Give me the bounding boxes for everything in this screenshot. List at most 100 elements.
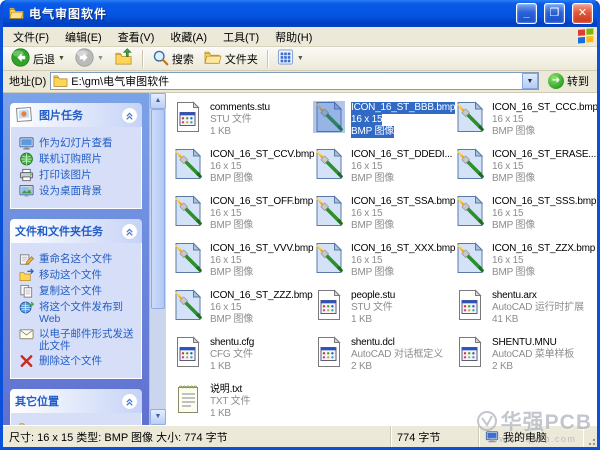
generic-file-icon	[172, 336, 204, 368]
scrollbar-thumb[interactable]	[151, 109, 165, 309]
title-folder-icon	[9, 6, 24, 21]
sidebar-task-item[interactable]: 移动这个文件	[19, 269, 138, 282]
sidebar-task-item[interactable]: 联机订购照片	[19, 153, 138, 166]
menu-item[interactable]: 收藏(A)	[162, 27, 215, 47]
file-item[interactable]: ICON_16_ST_ERASE... 16 x 15 BMP 图像	[454, 148, 595, 195]
back-button[interactable]: 后退 ▼	[7, 48, 69, 70]
file-item[interactable]: ICON_16_ST_CCV.bmp 16 x 15 BMP 图像	[172, 148, 313, 195]
address-bar: 地址(D) E:\gm\电气审图软件 ▼ ➜ 转到	[3, 71, 597, 93]
minimize-button[interactable]: _	[516, 3, 537, 24]
go-button[interactable]: ➜ 转到	[543, 71, 594, 91]
file-item[interactable]: SHENTU.MNU AutoCAD 菜单样板 2 KB	[454, 336, 595, 383]
up-folder-icon	[114, 48, 133, 69]
file-meta-2: BMP 图像	[351, 220, 394, 232]
sidebar-panel-title: 文件和文件夹任务	[15, 223, 117, 239]
back-dropdown-caret[interactable]: ▼	[58, 55, 65, 62]
generic-file-icon	[454, 336, 486, 368]
menu-item[interactable]: 查看(V)	[110, 27, 163, 47]
file-item[interactable]: shentu.arx AutoCAD 运行时扩展 41 KB	[454, 289, 595, 336]
sidebar-panel-header[interactable]: 图片任务	[10, 103, 142, 127]
file-meta-1: 16 x 15	[210, 208, 241, 220]
file-meta-1: 16 x 15	[210, 302, 241, 314]
file-item[interactable]: people.stu STU 文件 1 KB	[313, 289, 454, 336]
file-meta-2: 41 KB	[492, 314, 518, 326]
file-meta-2: BMP 图像	[492, 267, 535, 279]
file-item[interactable]: 说明.txt TXT 文件 1 KB	[172, 383, 313, 425]
forward-circle-icon	[75, 48, 94, 70]
file-item[interactable]: ICON_16_ST_SSS.bmp 16 x 15 BMP 图像	[454, 195, 595, 242]
menu-item[interactable]: 编辑(E)	[57, 27, 110, 47]
sidebar-task-label: 联机订购照片	[39, 153, 102, 165]
file-item[interactable]: ICON_16_ST_DDEDI... 16 x 15 BMP 图像	[313, 148, 454, 195]
sidebar-task-item[interactable]: 以电子邮件形式发送此文件	[19, 328, 138, 352]
resize-grip[interactable]	[583, 426, 597, 447]
chevron-up-icon[interactable]	[121, 223, 138, 240]
file-name: shentu.cfg	[210, 337, 254, 349]
window-title: 电气审图软件	[29, 5, 509, 22]
file-item[interactable]: ICON_16_ST_BBB.bmp 16 x 15 BMP 图像	[313, 101, 454, 148]
search-button[interactable]: 搜索	[148, 48, 198, 70]
menu-bar: 文件(F)编辑(E)查看(V)收藏(A)工具(T)帮助(H)	[3, 27, 597, 47]
file-item[interactable]: ICON_16_ST_SSA.bmp 16 x 15 BMP 图像	[313, 195, 454, 242]
sidebar-task-item[interactable]: 作为幻灯片查看	[19, 137, 138, 150]
file-item[interactable]: ICON_16_ST_ZZX.bmp 16 x 15 BMP 图像	[454, 242, 595, 289]
forward-button[interactable]: ▼	[71, 48, 108, 70]
scrollbar-track[interactable]	[150, 109, 166, 409]
sidebar-task-label: 将这个文件发布到 Web	[39, 301, 138, 325]
file-grid: comments.stu STU 文件 1 KB ICON_16_ST_BBB.…	[172, 101, 597, 425]
file-item[interactable]: ICON_16_ST_XXX.bmp 16 x 15 BMP 图像	[313, 242, 454, 289]
sidebar-task-item[interactable]: 删除这个文件	[19, 355, 138, 368]
menu-item[interactable]: 文件(F)	[5, 27, 57, 47]
address-input[interactable]: E:\gm\电气审图软件 ▼	[50, 72, 539, 90]
file-item[interactable]: ICON_16_ST_ZZZ.bmp 16 x 15 BMP 图像	[172, 289, 313, 336]
sidebar-task-label: 重命名这个文件	[39, 253, 113, 265]
bmp-file-icon	[313, 101, 345, 133]
sidebar-scrollbar[interactable]: ▲ ▼	[149, 93, 166, 425]
maximize-button[interactable]: ❐	[544, 3, 565, 24]
sidebar-task-item[interactable]: 打印该图片	[19, 169, 138, 182]
sidebar-task-item[interactable]: 复制这个文件	[19, 285, 138, 298]
file-meta-1: 16 x 15	[210, 255, 241, 267]
status-size: 774 字节	[391, 426, 479, 447]
title-bar[interactable]: 电气审图软件 _ ❐ ✕	[3, 0, 597, 27]
sidebar-panel-header[interactable]: 其它位置	[10, 389, 142, 413]
wallpaper-icon	[19, 184, 34, 198]
views-button[interactable]: ▼	[273, 48, 308, 70]
file-meta-1: 16 x 15	[492, 255, 523, 267]
file-item[interactable]: ICON_16_ST_VVV.bmp 16 x 15 BMP 图像	[172, 242, 313, 289]
file-meta-2: BMP 图像	[351, 173, 394, 185]
sidebar-task-item[interactable]: 将这个文件发布到 Web	[19, 301, 138, 325]
close-button[interactable]: ✕	[572, 3, 593, 24]
sidebar-task-label: 复制这个文件	[39, 285, 102, 297]
file-item[interactable]: ICON_16_ST_OFF.bmp 16 x 15 BMP 图像	[172, 195, 313, 242]
file-meta-2: 2 KB	[492, 361, 513, 373]
menu-item[interactable]: 帮助(H)	[267, 27, 320, 47]
folders-button[interactable]: 文件夹	[200, 48, 262, 70]
go-label: 转到	[567, 73, 589, 89]
bmp-file-icon	[172, 242, 204, 274]
views-dropdown-caret[interactable]: ▼	[297, 55, 304, 62]
rename-icon	[19, 252, 34, 266]
address-value[interactable]: E:\gm\电气审图软件	[71, 73, 522, 89]
sidebar-panel-header[interactable]: 文件和文件夹任务	[10, 219, 142, 243]
status-location-label: 我的电脑	[503, 429, 547, 445]
chevron-up-icon[interactable]	[121, 393, 138, 410]
sidebar-panel: 文件和文件夹任务 重命名这个文件 移动这个文件 复制这个文件 将这个文件发布到 …	[10, 219, 142, 379]
forward-dropdown-caret[interactable]: ▼	[97, 55, 104, 62]
file-item[interactable]: shentu.dcl AutoCAD 对话框定义 2 KB	[313, 336, 454, 383]
up-button[interactable]	[110, 48, 137, 70]
file-meta-2: BMP 图像	[492, 220, 535, 232]
file-meta-1: 16 x 15	[492, 161, 523, 173]
publish-icon	[19, 300, 34, 314]
scroll-down-icon[interactable]: ▼	[150, 409, 166, 425]
menu-item[interactable]: 工具(T)	[215, 27, 267, 47]
chevron-up-icon[interactable]	[121, 107, 138, 124]
file-item[interactable]: ICON_16_ST_CCC.bmp 16 x 15 BMP 图像	[454, 101, 595, 148]
file-item[interactable]: comments.stu STU 文件 1 KB	[172, 101, 313, 148]
sidebar-task-item[interactable]: 重命名这个文件	[19, 253, 138, 266]
address-dropdown-button[interactable]: ▼	[522, 73, 538, 89]
bmp-file-icon	[454, 242, 486, 274]
sidebar-task-item[interactable]: 设为桌面背景	[19, 185, 138, 198]
file-item[interactable]: shentu.cfg CFG 文件 1 KB	[172, 336, 313, 383]
scroll-up-icon[interactable]: ▲	[150, 93, 166, 109]
